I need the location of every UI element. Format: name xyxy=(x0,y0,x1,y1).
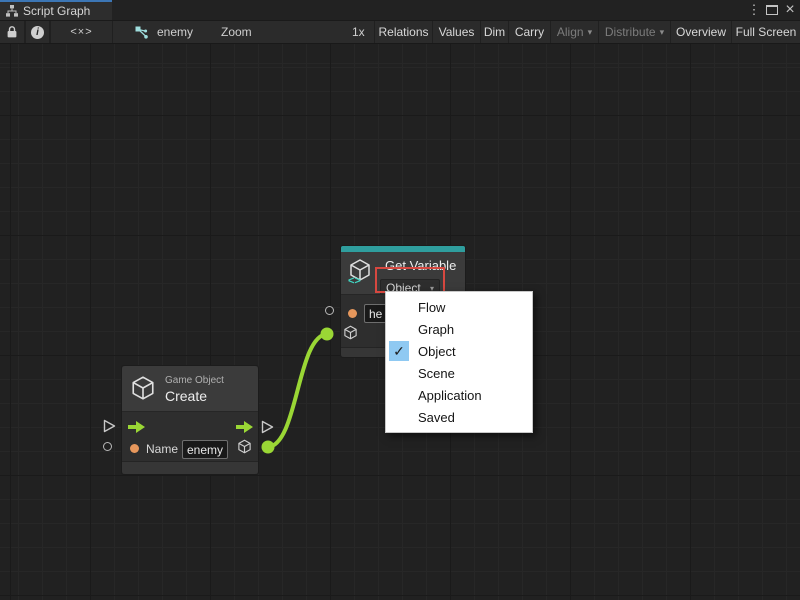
gameobject-output-cube-icon[interactable] xyxy=(237,439,252,454)
window-menu-icon[interactable]: ⋮ xyxy=(746,0,762,20)
code-preview-button[interactable]: <×> xyxy=(50,21,113,43)
maximize-icon[interactable] xyxy=(766,5,778,15)
close-icon[interactable]: × xyxy=(781,0,799,20)
menu-item-label: Application xyxy=(418,388,482,403)
menu-item-object[interactable]: ✓ Object xyxy=(386,340,532,362)
info-icon: i xyxy=(31,26,44,39)
flow-in-arrow-icon[interactable] xyxy=(128,421,145,433)
create-header: Game Object Create xyxy=(122,366,258,411)
variable-name-value: he xyxy=(369,307,382,321)
tab-script-graph[interactable]: Script Graph xyxy=(0,0,112,20)
chevron-down-icon: ▾ xyxy=(660,27,665,38)
distribute-button[interactable]: Distribute ▾ xyxy=(598,21,670,43)
relations-button[interactable]: Relations xyxy=(374,21,432,43)
create-node[interactable]: Game Object Create Name enemy xyxy=(121,365,259,475)
values-button[interactable]: Values xyxy=(432,21,480,43)
fullscreen-button-label: Full Screen xyxy=(736,25,797,39)
menu-item-application[interactable]: Application xyxy=(386,384,532,406)
menu-item-label: Object xyxy=(418,344,456,359)
carry-button-label: Carry xyxy=(515,25,544,39)
align-button[interactable]: Align ▾ xyxy=(550,21,598,43)
lock-icon xyxy=(6,25,18,39)
flow-out-arrow-icon[interactable] xyxy=(236,421,253,433)
inspector-button[interactable]: i xyxy=(25,21,50,43)
flow-in-port-triangle[interactable] xyxy=(103,419,116,433)
menu-item-label: Flow xyxy=(418,300,445,315)
scope-dropdown-highlight xyxy=(375,267,445,293)
graph-tab-icon xyxy=(6,5,18,17)
fullscreen-button[interactable]: Full Screen xyxy=(731,21,800,43)
create-body: Name enemy xyxy=(122,411,258,463)
name-value-field[interactable]: enemy xyxy=(182,440,228,459)
script-graph-window: Script Graph ⋮ × i <×> enemy xyxy=(0,0,800,600)
name-input-dot[interactable] xyxy=(130,444,139,453)
relations-button-label: Relations xyxy=(378,25,428,39)
graph-toolbar: i <×> enemy Zoom 1x Relations Values Dim xyxy=(0,20,800,44)
overview-button-label: Overview xyxy=(676,25,726,39)
graph-breadcrumb-icon-wrap xyxy=(133,21,151,43)
dim-button-label: Dim xyxy=(484,25,505,39)
code-chevrons-icon: <> xyxy=(348,275,361,287)
zoom-label: Zoom xyxy=(221,21,252,43)
code-toggle-icon: <×> xyxy=(70,26,92,38)
name-input-dot[interactable] xyxy=(348,309,357,318)
name-port-ring[interactable] xyxy=(325,306,334,315)
gameobject-port-cube-icon[interactable] xyxy=(343,325,358,340)
menu-item-label: Scene xyxy=(418,366,455,381)
tab-title: Script Graph xyxy=(23,4,90,18)
zoom-value: 1x xyxy=(352,21,365,43)
menu-item-label: Graph xyxy=(418,322,454,337)
dim-button[interactable]: Dim xyxy=(480,21,508,43)
graph-breadcrumb[interactable]: enemy xyxy=(157,21,193,43)
menu-item-flow[interactable]: Flow xyxy=(386,296,532,318)
align-button-label: Align xyxy=(557,25,584,39)
values-button-label: Values xyxy=(439,25,475,39)
create-footer xyxy=(122,461,258,474)
flow-out-port-triangle[interactable] xyxy=(261,420,274,434)
cube-icon xyxy=(130,375,156,401)
menu-item-label: Saved xyxy=(418,410,455,425)
menu-item-graph[interactable]: Graph xyxy=(386,318,532,340)
create-title: Create xyxy=(165,388,207,404)
chevron-down-icon: ▾ xyxy=(588,27,593,38)
graph-icon xyxy=(135,26,149,39)
menu-item-saved[interactable]: Saved xyxy=(386,406,532,428)
title-bar: Script Graph ⋮ × xyxy=(0,0,800,20)
distribute-button-label: Distribute xyxy=(605,25,656,39)
name-value: enemy xyxy=(187,443,223,457)
create-category: Game Object xyxy=(165,375,224,386)
overview-button[interactable]: Overview xyxy=(670,21,731,43)
check-icon: ✓ xyxy=(389,341,409,361)
name-port-ring[interactable] xyxy=(103,442,112,451)
name-port-label: Name xyxy=(146,442,178,456)
menu-item-scene[interactable]: Scene xyxy=(386,362,532,384)
lock-button[interactable] xyxy=(0,21,25,43)
carry-button[interactable]: Carry xyxy=(508,21,550,43)
scope-menu: Flow Graph ✓ Object Scene Application Sa… xyxy=(385,291,533,433)
